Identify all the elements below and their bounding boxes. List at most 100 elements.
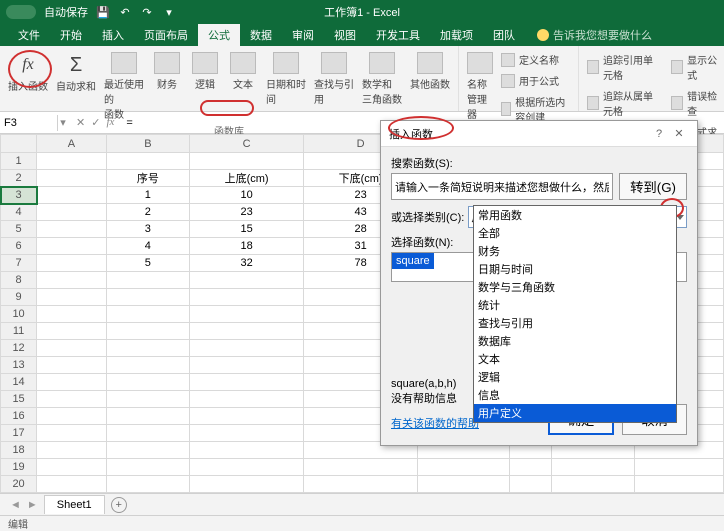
cell[interactable]: 23: [190, 204, 304, 221]
tab-review[interactable]: 审阅: [282, 24, 324, 46]
cell[interactable]: [106, 323, 189, 340]
row-header[interactable]: 10: [1, 306, 37, 323]
cell[interactable]: 2: [106, 204, 189, 221]
cell[interactable]: [37, 221, 107, 238]
tab-developer[interactable]: 开发工具: [366, 24, 430, 46]
add-sheet-button[interactable]: +: [111, 497, 127, 513]
tab-formulas[interactable]: 公式: [198, 24, 240, 46]
cell[interactable]: [37, 357, 107, 374]
tab-team[interactable]: 团队: [483, 24, 525, 46]
math-trig-button[interactable]: 数学和 三角函数: [360, 50, 404, 123]
error-check-button[interactable]: 错误检查: [669, 86, 722, 120]
col-header[interactable]: A: [37, 135, 107, 153]
cell[interactable]: [190, 153, 304, 170]
cell[interactable]: [106, 272, 189, 289]
cell[interactable]: [106, 425, 189, 442]
category-item[interactable]: 数据库: [474, 332, 676, 350]
text-button[interactable]: 文本: [226, 50, 260, 123]
cell[interactable]: [106, 340, 189, 357]
cell[interactable]: [190, 374, 304, 391]
cell[interactable]: [106, 476, 189, 493]
category-item[interactable]: 信息: [474, 386, 676, 404]
name-manager-button[interactable]: 名称 管理器: [465, 50, 495, 123]
category-item[interactable]: 用户定义: [474, 404, 676, 422]
row-header[interactable]: 15: [1, 391, 37, 408]
insert-function-button[interactable]: fx插入函数: [6, 50, 50, 123]
category-item[interactable]: 日期与时间: [474, 260, 676, 278]
sheet-tab[interactable]: Sheet1: [44, 495, 105, 514]
cell[interactable]: [37, 255, 107, 272]
qat-more-icon[interactable]: ▾: [162, 5, 176, 19]
row-header[interactable]: 16: [1, 408, 37, 425]
category-item[interactable]: 查找与引用: [474, 314, 676, 332]
col-header[interactable]: B: [106, 135, 189, 153]
help-link[interactable]: 有关该函数的帮助: [391, 415, 479, 431]
cell[interactable]: [37, 459, 107, 476]
tab-addins[interactable]: 加载项: [430, 24, 483, 46]
cell[interactable]: [190, 408, 304, 425]
cell[interactable]: [106, 391, 189, 408]
cell[interactable]: 18: [190, 238, 304, 255]
cell[interactable]: [551, 459, 634, 476]
cell[interactable]: [106, 357, 189, 374]
cell[interactable]: [37, 442, 107, 459]
category-item[interactable]: 常用函数: [474, 206, 676, 224]
recent-functions-button[interactable]: 最近使用的 函数: [102, 50, 146, 123]
row-header[interactable]: 20: [1, 476, 37, 493]
go-button[interactable]: 转到(G): [619, 173, 687, 200]
category-item[interactable]: 全部: [474, 224, 676, 242]
cell[interactable]: [190, 289, 304, 306]
row-header[interactable]: 7: [1, 255, 37, 272]
cell[interactable]: 1: [106, 187, 189, 204]
cell[interactable]: [418, 476, 510, 493]
sheet-nav-prev-icon[interactable]: ◄: [10, 499, 21, 511]
financial-button[interactable]: 财务: [150, 50, 184, 123]
search-input[interactable]: [391, 173, 613, 200]
dialog-help-icon[interactable]: ?: [649, 128, 669, 140]
row-header[interactable]: 6: [1, 238, 37, 255]
category-item[interactable]: 数学与三角函数: [474, 278, 676, 296]
col-header[interactable]: C: [190, 135, 304, 153]
tab-pagelayout[interactable]: 页面布局: [134, 24, 198, 46]
row-header[interactable]: 11: [1, 323, 37, 340]
cell[interactable]: [37, 340, 107, 357]
row-header[interactable]: 17: [1, 425, 37, 442]
cell[interactable]: [106, 153, 189, 170]
cell[interactable]: [37, 476, 107, 493]
cell[interactable]: [190, 425, 304, 442]
cell[interactable]: [304, 476, 418, 493]
tab-insert[interactable]: 插入: [92, 24, 134, 46]
cell[interactable]: [106, 289, 189, 306]
cell[interactable]: [190, 306, 304, 323]
cell[interactable]: [190, 391, 304, 408]
function-item[interactable]: square: [392, 253, 434, 269]
cell[interactable]: [37, 187, 107, 204]
cell[interactable]: [509, 476, 551, 493]
cell[interactable]: 15: [190, 221, 304, 238]
datetime-button[interactable]: 日期和时间: [264, 50, 308, 123]
tab-view[interactable]: 视图: [324, 24, 366, 46]
cell[interactable]: [106, 408, 189, 425]
cell[interactable]: [37, 153, 107, 170]
cell[interactable]: [551, 476, 634, 493]
row-header[interactable]: 19: [1, 459, 37, 476]
cell[interactable]: [37, 238, 107, 255]
row-header[interactable]: 9: [1, 289, 37, 306]
cell[interactable]: 32: [190, 255, 304, 272]
cell[interactable]: [190, 323, 304, 340]
cell[interactable]: 4: [106, 238, 189, 255]
cell[interactable]: [190, 357, 304, 374]
trace-dependents-button[interactable]: 追踪从属单元格: [585, 86, 663, 120]
cell[interactable]: 上底(cm): [190, 170, 304, 187]
cell[interactable]: 3: [106, 221, 189, 238]
row-header[interactable]: 5: [1, 221, 37, 238]
cell[interactable]: [190, 442, 304, 459]
autosum-button[interactable]: Σ自动求和: [54, 50, 98, 123]
cell[interactable]: 序号: [106, 170, 189, 187]
logical-button[interactable]: 逻辑: [188, 50, 222, 123]
sheet-nav-next-icon[interactable]: ►: [27, 499, 38, 511]
cell[interactable]: [106, 442, 189, 459]
cell[interactable]: [190, 476, 304, 493]
tell-me[interactable]: 告诉我您想要做什么: [537, 27, 652, 43]
cell[interactable]: [106, 374, 189, 391]
